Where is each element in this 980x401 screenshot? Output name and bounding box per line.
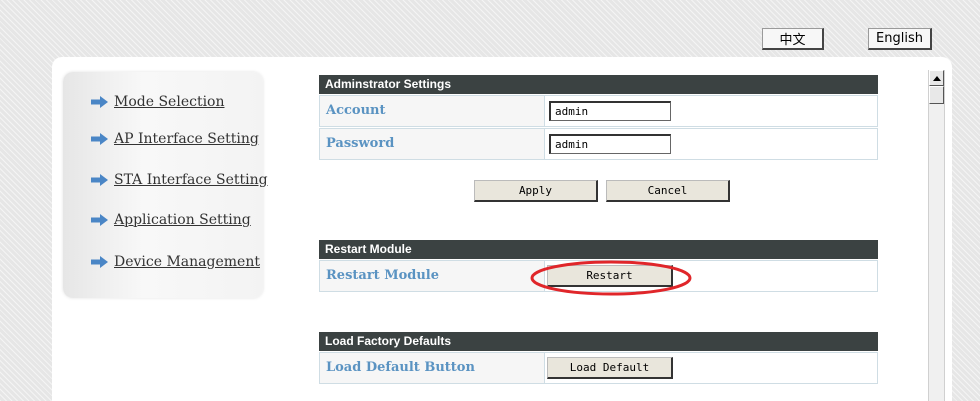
password-input[interactable] — [549, 134, 671, 154]
scroll-up-button[interactable] — [929, 70, 944, 86]
vertical-scrollbar[interactable] — [928, 70, 945, 401]
arrow-right-icon — [91, 174, 108, 186]
sidebar-item-label: Mode Selection — [114, 94, 225, 110]
sidebar-item-label: Application Setting — [114, 212, 251, 228]
restart-module-label: Restart Module — [320, 261, 545, 291]
chinese-language-button[interactable]: 中文 — [762, 28, 824, 50]
cancel-button[interactable]: Cancel — [606, 180, 730, 202]
sidebar-item-mode-selection[interactable]: Mode Selection — [91, 94, 225, 110]
scroll-thumb[interactable] — [929, 86, 944, 104]
restart-module-header: Restart Module — [319, 240, 878, 259]
sidebar-item-sta-interface-setting[interactable]: STA Interface Setting — [91, 172, 268, 188]
sidebar-item-label: AP Interface Setting — [114, 131, 259, 147]
sidebar-item-device-management[interactable]: Device Management — [91, 254, 260, 270]
password-row: Password — [319, 128, 878, 160]
arrow-right-icon — [91, 256, 108, 268]
admin-settings-header: Adminstrator Settings — [319, 75, 878, 94]
arrow-right-icon — [91, 214, 108, 226]
arrow-right-icon — [91, 96, 108, 108]
load-default-button[interactable]: Load Default — [547, 357, 673, 379]
sidebar-item-application-setting[interactable]: Application Setting — [91, 212, 251, 228]
restart-button[interactable]: Restart — [547, 265, 673, 287]
account-row: Account — [319, 95, 878, 127]
sidebar-item-label: Device Management — [114, 254, 260, 270]
account-label: Account — [320, 96, 545, 126]
sidebar-item-label: STA Interface Setting — [114, 172, 268, 188]
load-factory-defaults-header: Load Factory Defaults — [319, 332, 878, 351]
apply-button[interactable]: Apply — [474, 180, 598, 202]
load-default-label: Load Default Button — [320, 353, 545, 383]
account-input[interactable] — [549, 101, 671, 121]
sidebar-item-ap-interface-setting[interactable]: AP Interface Setting — [91, 131, 259, 147]
sidebar: Mode Selection AP Interface Setting STA … — [63, 72, 268, 298]
english-language-button[interactable]: English — [868, 28, 932, 50]
password-label: Password — [320, 129, 545, 159]
arrow-right-icon — [91, 133, 108, 145]
up-arrow-icon — [932, 75, 941, 81]
